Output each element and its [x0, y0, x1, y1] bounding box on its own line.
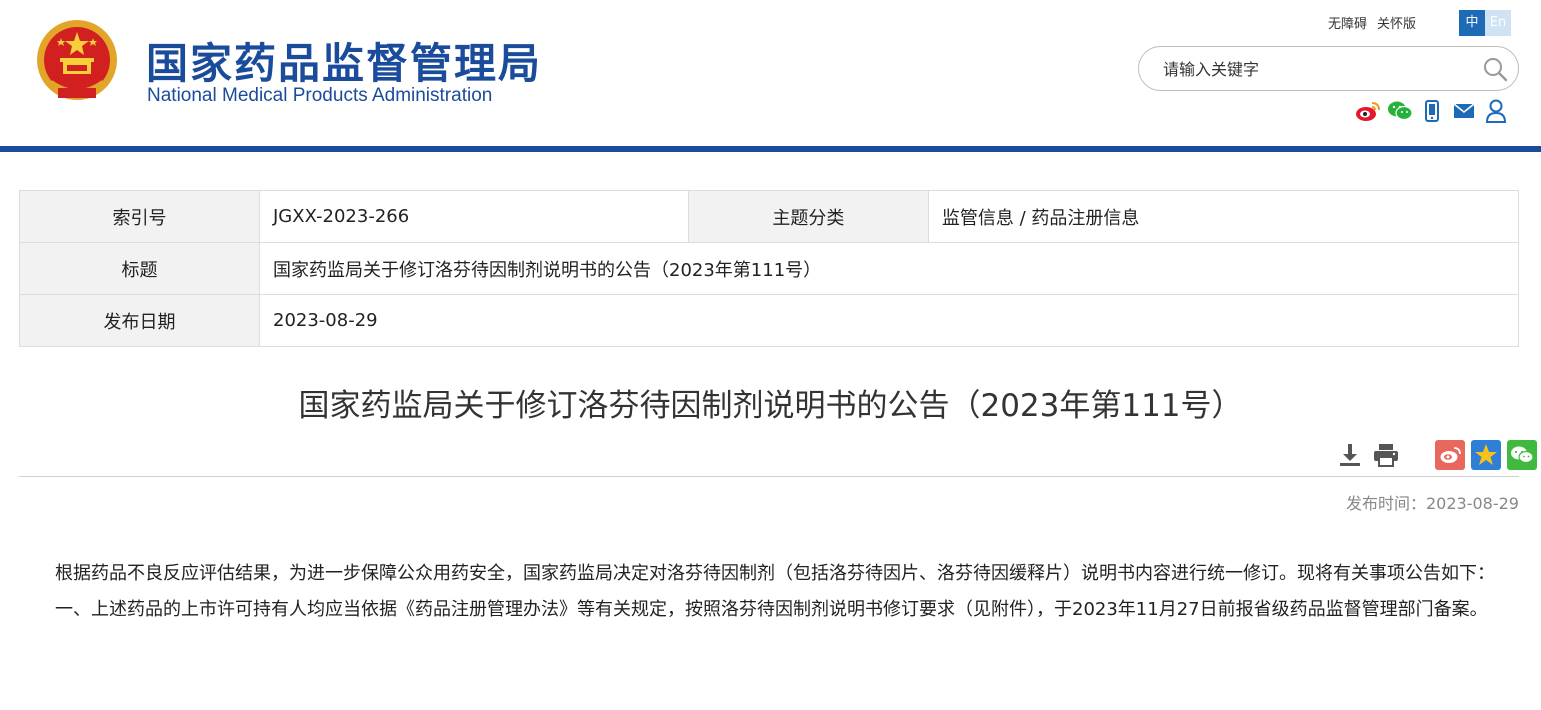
print-icon[interactable] — [1371, 440, 1401, 470]
mobile-icon[interactable] — [1419, 98, 1445, 124]
search-icon[interactable] — [1482, 56, 1508, 82]
title-label: 标题 — [19, 242, 260, 295]
article-paragraph: 根据药品不良反应评估结果，为进一步保障公众用药安全，国家药监局决定对洛芬待因制剂… — [55, 563, 1495, 584]
mail-icon[interactable] — [1451, 98, 1477, 124]
date-value: 2023-08-29 — [259, 294, 1519, 347]
category-label: 主题分类 — [687, 190, 929, 243]
share-weibo-icon[interactable] — [1435, 440, 1465, 470]
site-name-cn[interactable]: 国家药品监督管理局 — [146, 30, 542, 91]
lang-zh-button[interactable]: 中 — [1459, 10, 1485, 36]
weibo-icon[interactable] — [1355, 98, 1381, 124]
user-icon[interactable] — [1483, 98, 1509, 124]
header-divider-bar — [0, 146, 1541, 152]
site-name-en[interactable]: National Medical Products Administration — [147, 85, 492, 107]
search-input[interactable] — [1163, 57, 1463, 81]
title-divider — [19, 476, 1519, 477]
table-row: 标题 国家药监局关于修订洛芬待因制剂说明书的公告（2023年第111号） — [19, 242, 1519, 295]
national-emblem-logo[interactable] — [34, 18, 120, 108]
search-box — [1138, 46, 1519, 91]
wechat-icon[interactable] — [1387, 98, 1413, 124]
article-title: 国家药监局关于修订洛芬待因制剂说明书的公告（2023年第111号） — [298, 388, 1243, 424]
article-toolbar — [1335, 440, 1537, 470]
language-switch: 中 En — [1459, 10, 1511, 36]
index-value: JGXX-2023-266 — [259, 190, 689, 243]
site-header: 国家药品监督管理局 National Medical Products Admi… — [0, 0, 1541, 146]
article-metadata-table: 索引号 JGXX-2023-266 主题分类 监管信息 / 药品注册信息 标题 … — [19, 190, 1520, 347]
date-label: 发布日期 — [19, 294, 260, 347]
article-paragraph: 一、上述药品的上市许可持有人均应当依据《药品注册管理办法》等有关规定，按照洛芬待… — [55, 599, 1488, 620]
publish-time: 发布时间：2023-08-29 — [1346, 494, 1519, 513]
accessibility-link[interactable]: 无障碍 — [1328, 17, 1367, 32]
category-value: 监管信息 / 药品注册信息 — [927, 190, 1520, 243]
top-links: 无障碍 关怀版 — [1328, 13, 1426, 32]
table-row: 发布日期 2023-08-29 — [19, 294, 1519, 347]
share-qzone-icon[interactable] — [1471, 440, 1501, 470]
elderly-mode-link[interactable]: 关怀版 — [1377, 17, 1416, 32]
article-body: 根据药品不良反应评估结果，为进一步保障公众用药安全，国家药监局决定对洛芬待因制剂… — [19, 556, 1521, 628]
download-icon[interactable] — [1335, 440, 1365, 470]
lang-en-button[interactable]: En — [1485, 10, 1511, 36]
title-value: 国家药监局关于修订洛芬待因制剂说明书的公告（2023年第111号） — [259, 242, 1519, 295]
social-links — [1355, 98, 1509, 124]
share-wechat-icon[interactable] — [1507, 440, 1537, 470]
index-label: 索引号 — [19, 190, 260, 243]
table-row: 索引号 JGXX-2023-266 主题分类 监管信息 / 药品注册信息 — [19, 190, 1520, 243]
